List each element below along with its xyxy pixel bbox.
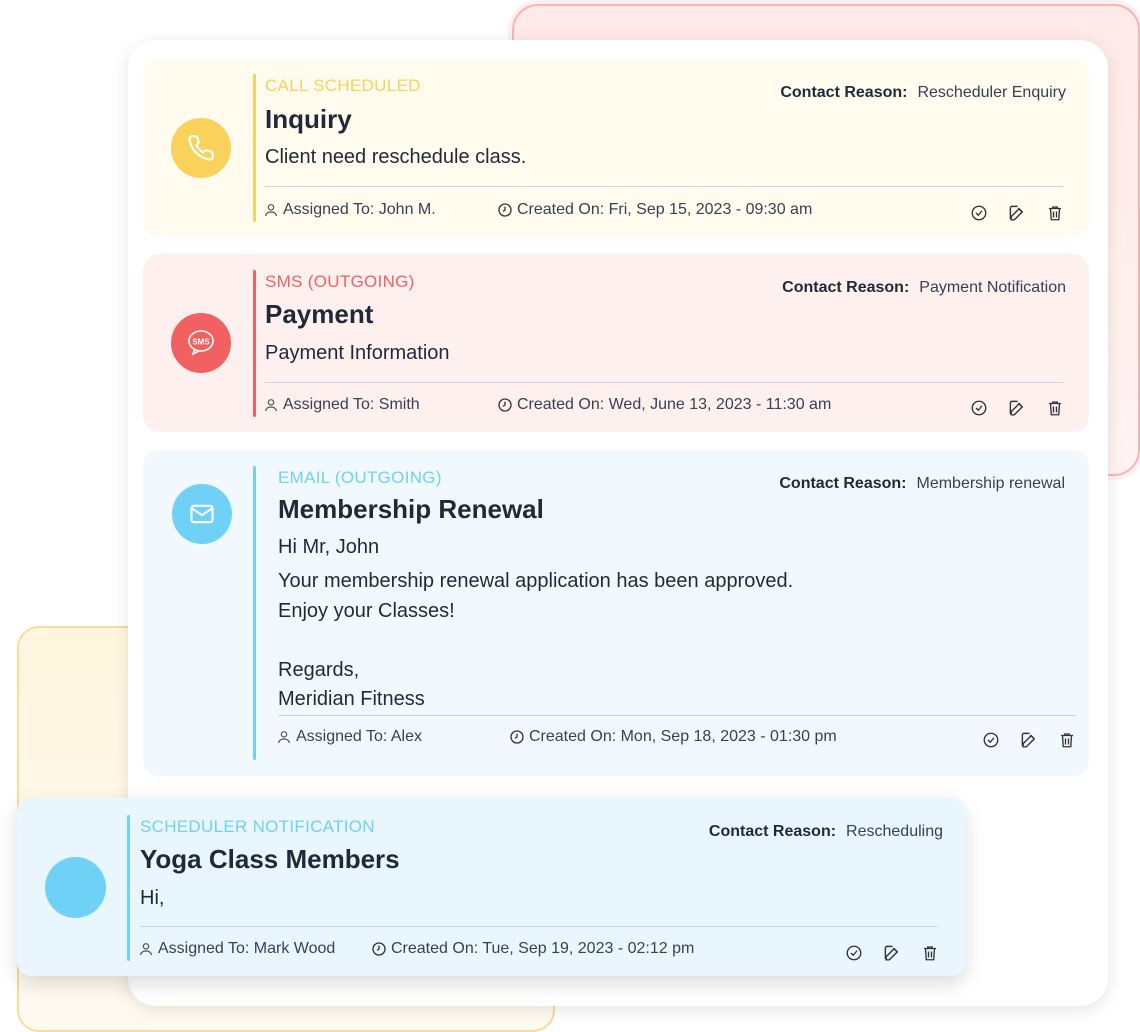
delete-trash-icon[interactable] <box>920 943 940 963</box>
card-accent-bar <box>253 74 256 222</box>
assigned-to: Assigned To: Alex <box>276 728 422 746</box>
contact-reason-value: Rescheduling <box>846 823 943 840</box>
phone-icon <box>171 118 231 178</box>
contact-reason-label: Contact Reason: <box>782 279 910 296</box>
card-accent-bar <box>127 815 130 961</box>
clock-icon <box>498 203 512 217</box>
card-divider <box>265 382 1063 383</box>
assigned-to: Assigned To: John M. <box>263 201 436 219</box>
card-actions <box>981 730 1077 750</box>
delete-trash-icon[interactable] <box>1045 203 1065 223</box>
card-divider <box>278 715 1075 716</box>
contact-reason: Contact Reason: Rescheduling <box>709 823 943 841</box>
sms-bubble-icon: SMS <box>171 313 231 373</box>
activity-card-call[interactable]: CALL SCHEDULED Inquiry Client need resch… <box>143 58 1089 236</box>
svg-text:SMS: SMS <box>192 338 210 347</box>
created-on: Created On: Mon, Sep 18, 2023 - 01:30 pm <box>509 728 837 746</box>
edit-icon[interactable] <box>1007 398 1027 418</box>
assigned-to: Assigned To: Smith <box>263 396 420 414</box>
created-on-text: Created On: Mon, Sep 18, 2023 - 01:30 pm <box>529 728 837 745</box>
contact-reason-label: Contact Reason: <box>779 475 907 492</box>
card-accent-bar <box>253 270 256 417</box>
user-icon <box>265 204 277 217</box>
delete-trash-icon[interactable] <box>1057 730 1077 750</box>
card-body-line: Enjoy your Classes! <box>278 600 455 622</box>
user-icon <box>265 399 277 412</box>
created-on-text: Created On: Tue, Sep 19, 2023 - 02:12 pm <box>391 940 695 957</box>
activity-card-sms[interactable]: SMS SMS (OUTGOING) Payment Payment Infor… <box>143 254 1089 432</box>
created-on-text: Created On: Fri, Sep 15, 2023 - 09:30 am <box>517 201 813 218</box>
contact-reason-value: Rescheduler Enquiry <box>917 84 1066 101</box>
contact-reason-label: Contact Reason: <box>780 84 908 101</box>
created-on-text: Created On: Wed, June 13, 2023 - 11:30 a… <box>517 396 832 413</box>
edit-icon[interactable] <box>882 943 902 963</box>
card-title: Inquiry <box>265 104 352 134</box>
complete-check-icon[interactable] <box>969 398 989 418</box>
assigned-to-text: Assigned To: Mark Wood <box>158 940 336 957</box>
contact-reason-label: Contact Reason: <box>708 823 837 840</box>
card-title: Payment <box>265 299 374 329</box>
assigned-to: Assigned To: Mark Wood <box>138 940 335 958</box>
delete-trash-icon[interactable] <box>1045 398 1065 418</box>
edit-icon[interactable] <box>1007 203 1027 223</box>
card-body-line: Payment Information <box>265 342 450 364</box>
card-body-line: Regards, <box>278 659 360 681</box>
card-type-label: CALL SCHEDULED <box>265 76 421 95</box>
card-body-line: Hi, <box>140 887 165 909</box>
card-type-label: EMAIL (OUTGOING) <box>278 468 442 487</box>
card-body-line: Your membership renewal application has … <box>278 570 794 592</box>
user-icon <box>278 731 290 744</box>
card-actions <box>844 943 940 963</box>
clock-icon <box>498 398 512 412</box>
complete-check-icon[interactable] <box>969 203 989 223</box>
card-title: Membership Renewal <box>278 494 544 524</box>
contact-reason-value: Payment Notification <box>919 279 1066 296</box>
created-on: Created On: Tue, Sep 19, 2023 - 02:12 pm <box>371 940 694 958</box>
clock-icon <box>510 730 524 744</box>
edit-icon[interactable] <box>1019 730 1039 750</box>
created-on: Created On: Wed, June 13, 2023 - 11:30 a… <box>497 396 831 414</box>
complete-check-icon[interactable] <box>844 943 864 963</box>
card-type-label: SMS (OUTGOING) <box>265 272 415 291</box>
activity-card-scheduler[interactable]: SCHEDULER NOTIFICATION Yoga Class Member… <box>17 798 965 976</box>
contact-reason-value: Membership renewal <box>916 475 1065 492</box>
contact-reason: Contact Reason: Rescheduler Enquiry <box>780 84 1066 102</box>
assigned-to-text: Assigned To: Alex <box>296 728 423 745</box>
card-title: Yoga Class Members <box>140 844 400 874</box>
contact-reason: Contact Reason: Membership renewal <box>779 475 1065 493</box>
card-accent-bar <box>253 466 256 760</box>
card-type-label: SCHEDULER NOTIFICATION <box>140 817 375 836</box>
created-on: Created On: Fri, Sep 15, 2023 - 09:30 am <box>497 201 812 219</box>
card-body-line: Hi Mr, John <box>278 536 380 558</box>
card-divider <box>140 926 937 927</box>
card-body-line: Client need reschedule class. <box>265 146 527 168</box>
clock-icon <box>372 942 386 956</box>
assigned-to-text: Assigned To: Smith <box>283 396 420 413</box>
contact-reason: Contact Reason: Payment Notification <box>782 279 1066 297</box>
scheduler-icon <box>45 857 106 918</box>
envelope-icon <box>172 484 232 544</box>
user-icon <box>140 943 152 956</box>
activity-card-email[interactable]: EMAIL (OUTGOING) Membership Renewal Hi M… <box>143 450 1089 776</box>
card-actions <box>969 398 1065 418</box>
card-divider <box>265 186 1063 187</box>
card-actions <box>969 203 1065 223</box>
complete-check-icon[interactable] <box>981 730 1001 750</box>
card-body-line: Meridian Fitness <box>278 688 425 710</box>
assigned-to-text: Assigned To: John M. <box>283 201 436 218</box>
